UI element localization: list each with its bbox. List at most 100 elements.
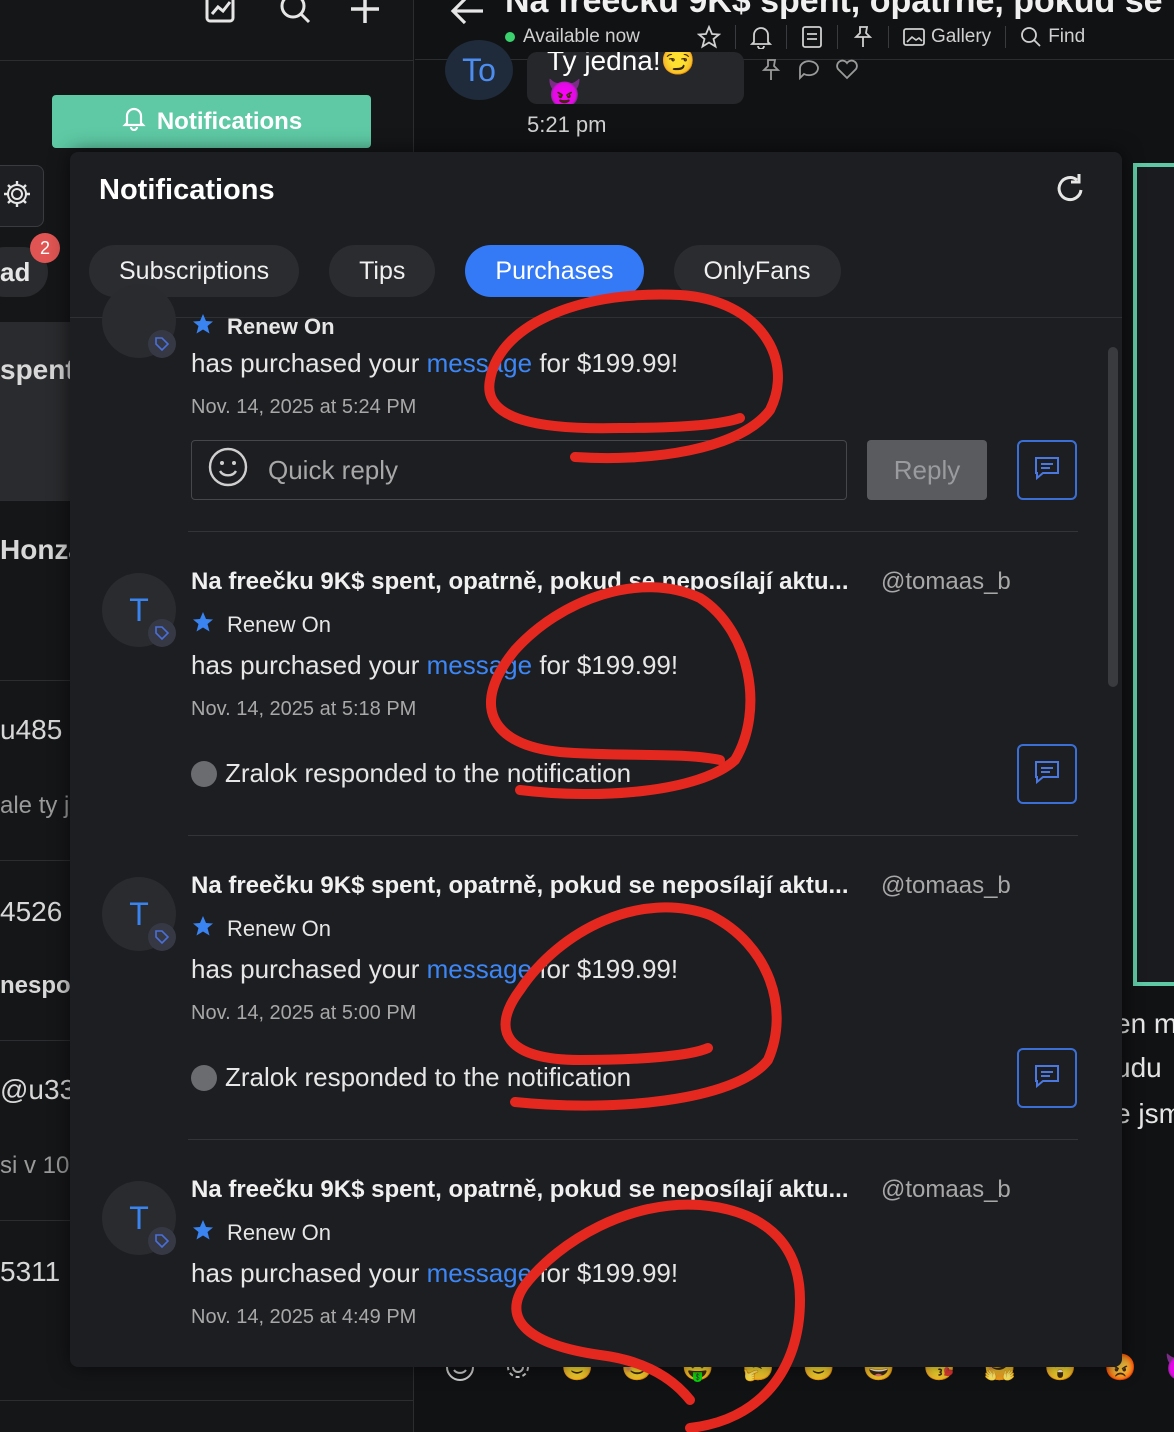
- gallery-label: Gallery: [931, 26, 992, 47]
- avatar[interactable]: T: [102, 573, 176, 647]
- online-status-text: Available now: [523, 26, 640, 47]
- tag-icon: [148, 330, 176, 358]
- back-arrow-icon[interactable]: [449, 0, 485, 31]
- chat-list-fragment: si v 10: [0, 1152, 70, 1179]
- chat-header: Na freečku 9K$ spent, opatrně, pokud se …: [415, 0, 1174, 60]
- message-link[interactable]: message: [427, 650, 533, 680]
- notes-icon[interactable]: [786, 25, 837, 49]
- renew-status: Renew On: [191, 1218, 331, 1248]
- purchase-text: has purchased your message for $199.99!: [191, 348, 678, 379]
- avatar[interactable]: T: [102, 877, 176, 951]
- online-dot: [505, 32, 515, 42]
- notifications-button[interactable]: Notifications: [52, 95, 371, 148]
- avatar[interactable]: [102, 284, 176, 358]
- quick-reply-placeholder: Quick reply: [268, 454, 399, 485]
- chat-bubble-icon: [1033, 455, 1061, 486]
- star-icon: [191, 610, 215, 640]
- message-link[interactable]: message: [427, 1258, 533, 1288]
- search-icon[interactable]: [278, 0, 312, 31]
- tag-icon: [148, 1227, 176, 1255]
- message-link[interactable]: message: [427, 954, 533, 984]
- star-icon[interactable]: [683, 25, 735, 49]
- pin-icon[interactable]: [837, 25, 888, 49]
- emoji[interactable]: 😈: [1165, 1352, 1174, 1389]
- panel-title: Notifications: [99, 174, 275, 206]
- unread-badge: 2: [30, 233, 60, 263]
- reply-button[interactable]: Reply: [867, 440, 987, 500]
- purchase-text-before: has purchased your: [191, 348, 427, 378]
- notification-date: Nov. 14, 2025 at 5:18 PM: [191, 698, 417, 720]
- renew-status: Renew On: [191, 610, 331, 640]
- settings-button[interactable]: [0, 165, 44, 227]
- username-handle[interactable]: @tomaas_b: [881, 872, 1011, 900]
- message-fragment: e jsm: [1115, 1098, 1174, 1129]
- renew-label: Renew On: [227, 916, 331, 941]
- tag-icon: [148, 619, 176, 647]
- purchase-text: has purchased your message for $199.99!: [191, 1258, 678, 1289]
- gallery-icon: [903, 28, 925, 46]
- refresh-icon[interactable]: [1056, 172, 1086, 209]
- notification-title[interactable]: Na freečku 9K$ spent, opatrně, pokud se …: [191, 872, 849, 900]
- chat-list-fragment: u485: [0, 714, 63, 745]
- gallery-button[interactable]: Gallery: [888, 26, 1005, 48]
- tab-purchases[interactable]: Purchases: [465, 245, 644, 297]
- add-icon[interactable]: [348, 0, 382, 31]
- find-label: Find: [1048, 26, 1086, 47]
- renew-status: Renew On: [191, 312, 335, 342]
- renew-label: Renew On: [227, 612, 331, 637]
- notifications-panel: Notifications Subscriptions Tips Purchas…: [70, 152, 1122, 1367]
- renew-label: Renew On: [227, 314, 335, 339]
- gear-icon: [2, 179, 32, 214]
- notification-item: T Na freečku 9K$ spent, opatrně, pokud s…: [70, 556, 1122, 836]
- heart-icon[interactable]: [835, 58, 859, 85]
- comment-icon[interactable]: [797, 58, 821, 85]
- notification-item: T Na freečku 9K$ spent, opatrně, pokud s…: [70, 1164, 1122, 1364]
- divider: [0, 1400, 413, 1401]
- edit-chart-icon[interactable]: [204, 0, 238, 31]
- notification-date: Nov. 14, 2025 at 4:49 PM: [191, 1306, 417, 1328]
- message-button[interactable]: [1017, 440, 1077, 500]
- tag-icon: [148, 923, 176, 951]
- purchase-text-after: for $199.99!: [532, 1258, 679, 1288]
- message-text: Ty jedna!😏😈: [547, 52, 696, 104]
- purchase-text-after: for $199.99!: [532, 954, 679, 984]
- notification-date: Nov. 14, 2025 at 5:24 PM: [191, 396, 417, 418]
- chat-bubble-icon: [1033, 759, 1061, 790]
- pin-icon[interactable]: [760, 58, 782, 87]
- chat-list-fragment: nespor: [0, 972, 81, 999]
- response-text: Zralok responded to the notification: [225, 1062, 632, 1092]
- message-fragment: udu: [1115, 1052, 1162, 1083]
- purchase-text: has purchased your message for $199.99!: [191, 650, 678, 681]
- username-handle[interactable]: @tomaas_b: [881, 1176, 1011, 1204]
- tab-tips[interactable]: Tips: [329, 245, 436, 297]
- tab-onlyfans[interactable]: OnlyFans: [673, 245, 841, 297]
- purchase-text-after: for $199.99!: [532, 650, 679, 680]
- star-icon: [191, 312, 215, 342]
- message-button[interactable]: [1017, 744, 1077, 804]
- chat-toolbar: Gallery Find: [683, 25, 1099, 49]
- message-link[interactable]: message: [427, 348, 533, 378]
- quick-reply-input[interactable]: Quick reply: [191, 440, 847, 500]
- avatar-initial: T: [129, 895, 149, 932]
- chat-bubble-icon: [1033, 1063, 1061, 1094]
- smiley-icon[interactable]: [208, 447, 248, 494]
- purchase-text-before: has purchased your: [191, 650, 427, 680]
- username-handle[interactable]: @tomaas_b: [881, 568, 1011, 596]
- purchase-text-after: for $199.99!: [532, 348, 679, 378]
- media-preview-panel[interactable]: [1133, 163, 1174, 986]
- purchase-text-before: has purchased your: [191, 1258, 427, 1288]
- notification-title[interactable]: Na freečku 9K$ spent, opatrně, pokud se …: [191, 568, 849, 596]
- avatar[interactable]: To: [445, 40, 513, 100]
- chat-list-fragment: spent: [0, 354, 75, 385]
- notification-tabs: Subscriptions Tips Purchases OnlyFans: [89, 245, 841, 297]
- notification-title[interactable]: Na freečku 9K$ spent, opatrně, pokud se …: [191, 1176, 849, 1204]
- message-button[interactable]: [1017, 1048, 1077, 1108]
- responder-avatar: [191, 760, 217, 787]
- response-status: Zralok responded to the notification: [191, 758, 631, 789]
- avatar[interactable]: T: [102, 1181, 176, 1255]
- bell-icon[interactable]: [735, 25, 786, 49]
- find-button[interactable]: Find: [1005, 26, 1099, 48]
- renew-label: Renew On: [227, 1220, 331, 1245]
- response-text: Zralok responded to the notification: [225, 758, 632, 788]
- purchase-text: has purchased your message for $199.99!: [191, 954, 678, 985]
